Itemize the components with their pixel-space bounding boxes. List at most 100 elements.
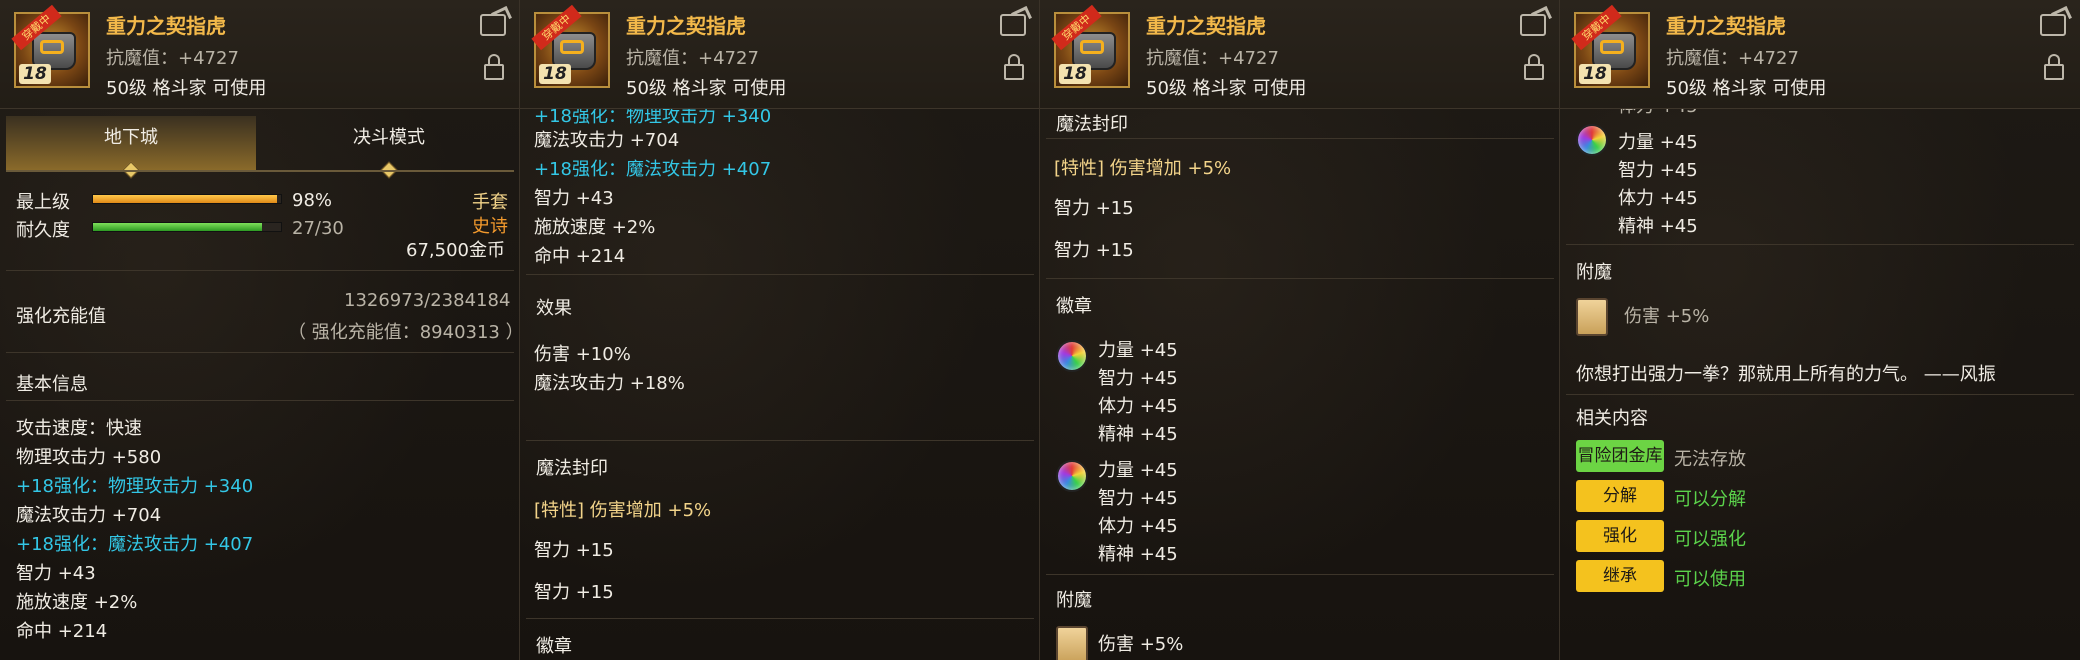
emblem-icon[interactable] bbox=[1056, 340, 1088, 372]
tab-label: 地下城 bbox=[104, 127, 158, 148]
item-header: 穿戴中 18 重力之契指虎 抗魔值：+4727 50级 格斗家 可使用 bbox=[0, 0, 519, 109]
emblem-stat-line: 智力 +45 bbox=[1618, 160, 1698, 181]
divider bbox=[526, 440, 1034, 441]
divider bbox=[1046, 138, 1554, 139]
related-status: 无法存放 bbox=[1674, 449, 1746, 470]
lock-icon[interactable] bbox=[1004, 54, 1024, 80]
related-button-0[interactable]: 冒险团金库 bbox=[1576, 440, 1664, 472]
basic-stat-line: 攻击速度：快速 bbox=[16, 418, 142, 439]
share-icon[interactable] bbox=[1520, 14, 1546, 36]
tooltip-panel-2: 穿戴中 18 重力之契指虎 抗魔值：+4727 50级 格斗家 可使用 +18强… bbox=[520, 0, 1040, 660]
share-icon[interactable] bbox=[1000, 14, 1026, 36]
enhance-level-badge: 18 bbox=[1059, 64, 1091, 84]
item-name: 重力之契指虎 bbox=[1666, 14, 1786, 38]
divider bbox=[1566, 394, 2074, 395]
seal-line: 智力 +15 bbox=[1054, 198, 1134, 219]
enhance-label: 强化充能值 bbox=[16, 306, 106, 327]
item-header: 穿戴中 18 重力之契指虎 抗魔值：+4727 50级 格斗家 可使用 bbox=[1040, 0, 1559, 109]
item-stat-line: 抗魔值：+4727 bbox=[1666, 48, 1799, 69]
share-icon[interactable] bbox=[2040, 14, 2066, 36]
divider bbox=[1566, 244, 2074, 245]
slot-type: 手套 bbox=[472, 192, 508, 213]
effect-line: 魔法攻击力 +18% bbox=[534, 373, 685, 394]
tab-pvp[interactable]: 决斗模式 bbox=[264, 116, 514, 179]
enchant-title: 附魔 bbox=[1056, 590, 1092, 611]
enhance-value: 1326973/2384184 bbox=[344, 290, 511, 311]
basic-stat-line: +18强化：物理攻击力 +340 bbox=[16, 476, 254, 497]
divider bbox=[6, 270, 514, 271]
basic-stat-line: 智力 +43 bbox=[534, 188, 614, 209]
item-icon[interactable]: 穿戴中 18 bbox=[1051, 4, 1130, 88]
related-button-1[interactable]: 分解 bbox=[1576, 480, 1664, 512]
grade-percent: 98% bbox=[292, 190, 333, 211]
enhance-sub: （ 强化充能值：8940313 ） bbox=[288, 322, 520, 343]
emblem-stat-line: 体力 +45 bbox=[1098, 396, 1178, 417]
item-requirement: 50级 格斗家 可使用 bbox=[626, 78, 787, 99]
enchant-card-icon[interactable] bbox=[1576, 298, 1608, 336]
divider bbox=[526, 274, 1034, 275]
seal-line: 智力 +15 bbox=[534, 582, 614, 603]
lock-icon[interactable] bbox=[484, 54, 504, 80]
grade-bar-fill bbox=[93, 195, 278, 203]
basic-stat-line: 施放速度 +2% bbox=[16, 592, 138, 613]
related-title: 相关内容 bbox=[1576, 408, 1648, 429]
effect-line: 伤害 +10% bbox=[534, 344, 631, 365]
item-header: 穿戴中 18 重力之契指虎 抗魔值：+4727 50级 格斗家 可使用 bbox=[1560, 0, 2080, 109]
share-icon[interactable] bbox=[480, 14, 506, 36]
basic-info-title: 基本信息 bbox=[16, 374, 88, 395]
item-icon[interactable]: 穿戴中 18 bbox=[1571, 4, 1650, 88]
divider bbox=[526, 618, 1034, 619]
enhance-level-badge: 18 bbox=[539, 64, 571, 84]
emblem-icon[interactable] bbox=[1576, 124, 1608, 156]
item-stat-line: 抗魔值：+4727 bbox=[1146, 48, 1279, 69]
basic-stat-line: 命中 +214 bbox=[16, 621, 108, 642]
emblem-stat-line: 智力 +45 bbox=[1098, 488, 1178, 509]
seal-line: 智力 +15 bbox=[534, 540, 614, 561]
tooltip-body: +18强化：物理攻击力 +340 魔法攻击力 +704 +18强化：魔法攻击力 +4… bbox=[520, 108, 1039, 660]
item-header: 穿戴中 18 重力之契指虎 抗魔值：+4727 50级 格斗家 可使用 bbox=[520, 0, 1039, 109]
emblem-icon[interactable] bbox=[1056, 460, 1088, 492]
enchant-card-icon[interactable] bbox=[1056, 626, 1088, 660]
seal-title: 魔法封印 bbox=[1056, 114, 1128, 135]
seal-trait: [特性] 伤害增加 +5% bbox=[534, 500, 712, 521]
seal-title: 魔法封印 bbox=[536, 458, 608, 479]
tooltip-panel-3: 穿戴中 18 重力之契指虎 抗魔值：+4727 50级 格斗家 可使用 魔法封印… bbox=[1040, 0, 1560, 660]
enhance-level-badge: 18 bbox=[19, 64, 51, 84]
emblem-stat-line: 体力 +45 bbox=[1098, 516, 1178, 537]
item-requirement: 50级 格斗家 可使用 bbox=[1146, 78, 1307, 99]
related-status: 可以分解 bbox=[1674, 489, 1746, 510]
basic-stat-line: +18强化：魔法攻击力 +407 bbox=[16, 534, 254, 555]
basic-stat-line: 魔法攻击力 +704 bbox=[16, 505, 162, 526]
emblem-stat-line: 精神 +45 bbox=[1098, 544, 1178, 565]
tab-dungeon[interactable]: 地下城 bbox=[6, 116, 256, 179]
related-status: 可以使用 bbox=[1674, 569, 1746, 590]
durability-value: 27/30 bbox=[292, 218, 344, 239]
item-stat-line: 抗魔值：+4727 bbox=[106, 48, 239, 69]
lock-icon[interactable] bbox=[1524, 54, 1544, 80]
item-icon[interactable]: 穿戴中 18 bbox=[531, 4, 610, 88]
related-button-2[interactable]: 强化 bbox=[1576, 520, 1664, 552]
tooltip-body: 地下城 决斗模式 最上级 98% 耐久度 27/30 手套 史诗 67,500金币 1326973… bbox=[0, 108, 520, 660]
basic-stat-line: 施放速度 +2% bbox=[534, 217, 656, 238]
enchant-title: 附魔 bbox=[1576, 262, 1612, 283]
emblem-stat-line: 力量 +45 bbox=[1098, 460, 1178, 481]
cut-stat-line: +18强化：物理攻击力 +340 bbox=[534, 108, 772, 127]
related-button-3[interactable]: 继承 bbox=[1576, 560, 1664, 592]
basic-stat-line: 智力 +43 bbox=[16, 563, 96, 584]
tooltip-panel-4: 穿戴中 18 重力之契指虎 抗魔值：+4727 50级 格斗家 可使用 体力 +… bbox=[1560, 0, 2080, 660]
seal-line: 智力 +15 bbox=[1054, 240, 1134, 261]
item-icon[interactable]: 穿戴中 18 bbox=[11, 4, 90, 88]
divider bbox=[6, 400, 514, 401]
emblem-title: 徽章 bbox=[536, 636, 572, 657]
emblem-stat-line: 精神 +45 bbox=[1098, 424, 1178, 445]
basic-stat-line: 命中 +214 bbox=[534, 246, 626, 267]
emblem-stat-line: 力量 +45 bbox=[1098, 340, 1178, 361]
related-status: 可以强化 bbox=[1674, 529, 1746, 550]
emblem-stat-line: 智力 +45 bbox=[1098, 368, 1178, 389]
lock-icon[interactable] bbox=[2044, 54, 2064, 80]
enchant-line: 伤害 +5% bbox=[1098, 634, 1184, 655]
durability-label: 耐久度 bbox=[16, 220, 70, 241]
emblem-stat-line: 力量 +45 bbox=[1618, 132, 1698, 153]
item-name: 重力之契指虎 bbox=[106, 14, 226, 38]
emblem-stat-line: 体力 +45 bbox=[1618, 188, 1698, 209]
